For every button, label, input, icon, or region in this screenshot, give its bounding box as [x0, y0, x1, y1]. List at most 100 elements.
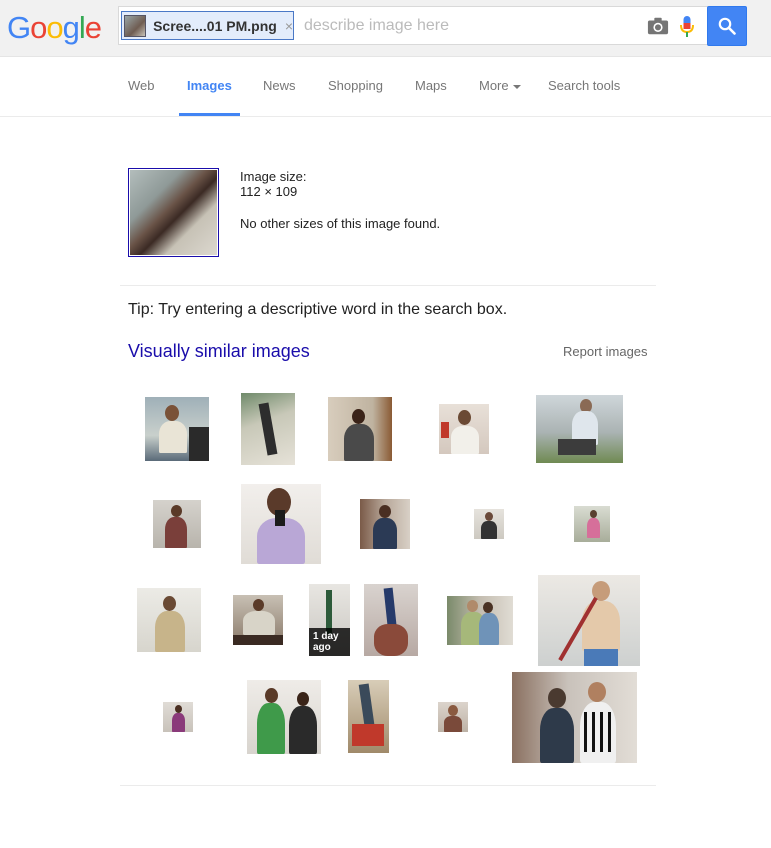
visually-similar-title[interactable]: Visually similar images — [128, 341, 310, 362]
image-cloth — [352, 724, 384, 746]
image-figure-head — [485, 512, 493, 521]
image-figure-head — [171, 505, 182, 517]
similar-image[interactable] — [241, 484, 321, 564]
divider — [120, 285, 656, 286]
search-tip: Tip: Try entering a descriptive word in … — [128, 301, 508, 318]
image-figure-head — [265, 688, 278, 703]
similar-image[interactable] — [447, 596, 513, 645]
image-figure-head — [548, 688, 566, 708]
image-figure-head — [163, 596, 176, 611]
similar-image[interactable] — [145, 397, 209, 461]
tab-more-label: More — [479, 78, 509, 93]
image-figure-body — [479, 613, 499, 645]
image-hand — [374, 624, 408, 656]
similar-image[interactable] — [233, 595, 283, 645]
search-button[interactable] — [707, 6, 747, 46]
image-phone — [275, 510, 285, 526]
image-phone — [258, 402, 278, 456]
image-stripes — [584, 712, 612, 752]
image-figure-body — [451, 426, 479, 454]
divider — [120, 785, 656, 786]
image-laptop — [558, 439, 596, 455]
query-image-thumbnail[interactable] — [128, 168, 219, 257]
tab-images[interactable]: Images — [187, 78, 232, 93]
image-figure-body — [289, 706, 317, 754]
image-figure-body — [155, 611, 185, 652]
similar-image[interactable]: 1 day ago — [309, 584, 350, 656]
search-input[interactable] — [304, 10, 634, 41]
similar-image[interactable] — [364, 584, 418, 656]
logo-letter: G — [7, 10, 31, 45]
google-logo[interactable]: Google — [7, 10, 102, 46]
tab-more[interactable]: More — [479, 78, 521, 93]
search-tabs: Web Images News Shopping Maps More Searc… — [0, 57, 771, 117]
tab-web[interactable]: Web — [128, 78, 155, 93]
similar-image[interactable] — [512, 672, 637, 763]
logo-letter: o — [46, 10, 63, 45]
uploaded-image-chip[interactable]: Scree....01 PM.png × — [121, 11, 294, 40]
image-figure-head — [297, 692, 309, 706]
query-image — [130, 170, 217, 255]
camera-icon[interactable] — [647, 16, 669, 36]
chip-thumbnail — [124, 14, 147, 37]
image-figure-head — [483, 602, 493, 613]
image-figure-body — [444, 716, 462, 732]
image-figure-body — [243, 611, 275, 635]
image-figure-body — [344, 424, 374, 461]
image-size-value: 112 × 109 — [240, 184, 298, 199]
logo-letter: o — [30, 10, 47, 45]
image-figure-body — [159, 421, 187, 453]
similar-image[interactable] — [574, 506, 610, 542]
search-icon — [718, 17, 736, 35]
chip-close-icon[interactable]: × — [285, 18, 293, 34]
image-size-label: Image size: — [240, 169, 307, 184]
image-figure-head — [379, 505, 391, 518]
image-pants — [584, 649, 618, 666]
similar-image[interactable] — [137, 588, 201, 652]
similar-image[interactable] — [474, 509, 504, 539]
logo-letter: e — [84, 10, 102, 45]
image-age-badge: 1 day ago — [309, 628, 350, 656]
image-figure-body — [172, 713, 185, 732]
image-figure-body — [165, 517, 187, 548]
image-figure-head — [590, 510, 597, 518]
tab-shopping[interactable]: Shopping — [328, 78, 383, 93]
similar-image[interactable] — [153, 500, 201, 548]
search-box: Scree....01 PM.png × — [118, 6, 708, 45]
similar-image[interactable] — [348, 680, 389, 753]
image-figure-body — [257, 703, 285, 754]
image-figure-body — [481, 521, 497, 539]
logo-letter: g — [62, 10, 80, 45]
image-figure-head — [588, 682, 606, 702]
header-bar: Google Scree....01 PM.png × — [0, 0, 771, 57]
active-tab-indicator — [179, 113, 240, 116]
similar-image[interactable] — [439, 404, 489, 454]
chip-filename: Scree....01 PM.png — [153, 17, 277, 34]
similar-image[interactable] — [438, 702, 468, 732]
similar-image[interactable] — [360, 499, 410, 549]
microphone-icon[interactable] — [678, 15, 696, 39]
chevron-down-icon — [512, 84, 521, 89]
image-figure-head — [448, 705, 458, 716]
similar-image[interactable] — [163, 702, 193, 732]
similar-image[interactable] — [328, 397, 392, 461]
image-figure-body — [373, 518, 397, 549]
tab-search-tools[interactable]: Search tools — [548, 78, 620, 93]
report-images-link[interactable]: Report images — [563, 344, 648, 359]
image-size-info: Image size: 112 × 109 — [240, 169, 306, 199]
image-figure-head — [467, 600, 478, 612]
tab-news[interactable]: News — [263, 78, 296, 93]
similar-image[interactable] — [538, 575, 640, 666]
image-figure-body — [587, 518, 600, 538]
tab-maps[interactable]: Maps — [415, 78, 447, 93]
image-chair — [189, 427, 209, 461]
similar-image[interactable] — [241, 393, 295, 465]
similar-image[interactable] — [536, 395, 623, 463]
image-floor — [233, 635, 283, 645]
image-figure-head — [165, 405, 179, 421]
image-figure-head — [352, 409, 365, 424]
similar-image[interactable] — [247, 680, 321, 754]
image-figure-body — [540, 708, 574, 763]
no-other-sizes-text: No other sizes of this image found. — [240, 216, 441, 231]
image-figure-head — [253, 599, 264, 611]
